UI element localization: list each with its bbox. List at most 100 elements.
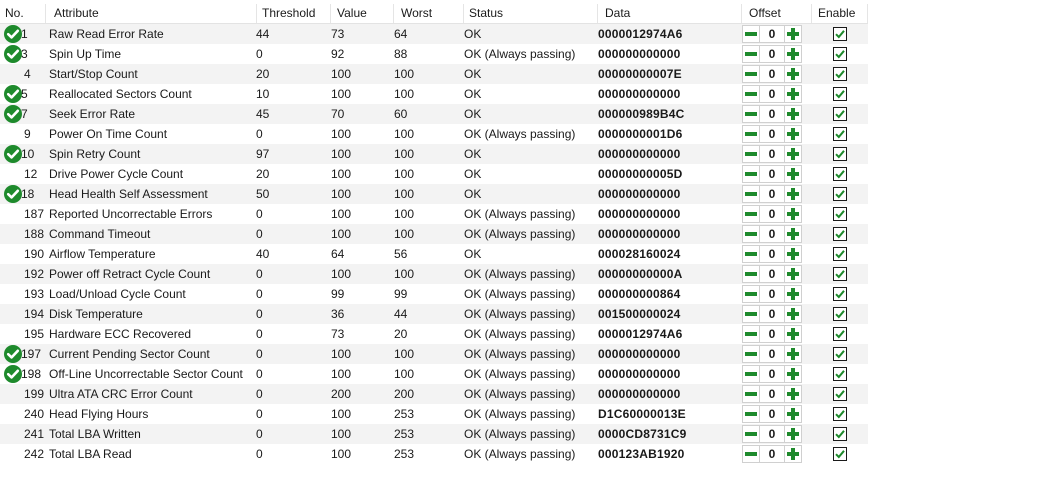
offset-stepper[interactable]: 0: [742, 165, 802, 183]
column-divider[interactable]: [463, 4, 464, 23]
decrement-button[interactable]: [742, 425, 760, 443]
table-row[interactable]: 3 Spin Up Time 0 92 88 OK (Always passing) 000…: [0, 44, 868, 64]
decrement-button[interactable]: [742, 385, 760, 403]
offset-value[interactable]: 0: [760, 185, 784, 203]
increment-button[interactable]: [784, 45, 802, 63]
offset-stepper[interactable]: 0: [742, 365, 802, 383]
table-row[interactable]: 194 Disk Temperature 0 36 44 OK (Always passi…: [0, 304, 868, 324]
enable-checkbox[interactable]: [833, 127, 847, 141]
decrement-button[interactable]: [742, 405, 760, 423]
table-row[interactable]: 242 Total LBA Read 0 100 253 OK (Always passi…: [0, 444, 868, 464]
offset-value[interactable]: 0: [760, 65, 784, 83]
enable-checkbox[interactable]: [833, 147, 847, 161]
offset-value[interactable]: 0: [760, 205, 784, 223]
enable-checkbox[interactable]: [833, 67, 847, 81]
table-row[interactable]: 10 Spin Retry Count 97 100 100 OK 000000000000…: [0, 144, 868, 164]
offset-stepper[interactable]: 0: [742, 385, 802, 403]
enable-checkbox[interactable]: [833, 447, 847, 461]
offset-value[interactable]: 0: [760, 85, 784, 103]
enable-checkbox[interactable]: [833, 267, 847, 281]
increment-button[interactable]: [784, 385, 802, 403]
enable-checkbox[interactable]: [833, 407, 847, 421]
offset-stepper[interactable]: 0: [742, 345, 802, 363]
offset-value[interactable]: 0: [760, 345, 784, 363]
decrement-button[interactable]: [742, 325, 760, 343]
decrement-button[interactable]: [742, 85, 760, 103]
column-divider[interactable]: [256, 4, 257, 23]
table-row[interactable]: 198 Off-Line Uncorrectable Sector Count 0 1…: [0, 364, 868, 384]
increment-button[interactable]: [784, 165, 802, 183]
offset-stepper[interactable]: 0: [742, 25, 802, 43]
increment-button[interactable]: [784, 425, 802, 443]
column-divider[interactable]: [330, 4, 331, 23]
decrement-button[interactable]: [742, 365, 760, 383]
offset-stepper[interactable]: 0: [742, 185, 802, 203]
offset-stepper[interactable]: 0: [742, 65, 802, 83]
offset-value[interactable]: 0: [760, 285, 784, 303]
enable-checkbox[interactable]: [833, 87, 847, 101]
table-row[interactable]: 199 Ultra ATA CRC Error Count 0 200 200 OK (A…: [0, 384, 868, 404]
decrement-button[interactable]: [742, 345, 760, 363]
increment-button[interactable]: [784, 405, 802, 423]
table-row[interactable]: 193 Load/Unload Cycle Count 0 99 99 OK (Alway…: [0, 284, 868, 304]
increment-button[interactable]: [784, 265, 802, 283]
offset-value[interactable]: 0: [760, 265, 784, 283]
decrement-button[interactable]: [742, 185, 760, 203]
table-row[interactable]: 187 Reported Uncorrectable Errors 0 100 100 O…: [0, 204, 868, 224]
offset-stepper[interactable]: 0: [742, 445, 802, 463]
enable-checkbox[interactable]: [833, 327, 847, 341]
table-row[interactable]: 1 Raw Read Error Rate 44 73 64 OK 0000012974A6…: [0, 24, 868, 44]
increment-button[interactable]: [784, 185, 802, 203]
increment-button[interactable]: [784, 65, 802, 83]
increment-button[interactable]: [784, 325, 802, 343]
increment-button[interactable]: [784, 305, 802, 323]
offset-stepper[interactable]: 0: [742, 305, 802, 323]
decrement-button[interactable]: [742, 245, 760, 263]
enable-checkbox[interactable]: [833, 427, 847, 441]
offset-stepper[interactable]: 0: [742, 125, 802, 143]
offset-stepper[interactable]: 0: [742, 145, 802, 163]
offset-value[interactable]: 0: [760, 25, 784, 43]
offset-stepper[interactable]: 0: [742, 225, 802, 243]
column-header-status[interactable]: Status: [469, 4, 599, 23]
column-divider[interactable]: [867, 4, 868, 23]
offset-value[interactable]: 0: [760, 105, 784, 123]
increment-button[interactable]: [784, 245, 802, 263]
offset-stepper[interactable]: 0: [742, 425, 802, 443]
column-divider[interactable]: [45, 4, 46, 23]
decrement-button[interactable]: [742, 225, 760, 243]
table-row[interactable]: 241 Total LBA Written 0 100 253 OK (Always pa…: [0, 424, 868, 444]
decrement-button[interactable]: [742, 285, 760, 303]
increment-button[interactable]: [784, 285, 802, 303]
increment-button[interactable]: [784, 105, 802, 123]
decrement-button[interactable]: [742, 445, 760, 463]
offset-stepper[interactable]: 0: [742, 285, 802, 303]
offset-value[interactable]: 0: [760, 45, 784, 63]
table-row[interactable]: 195 Hardware ECC Recovered 0 73 20 OK (Always…: [0, 324, 868, 344]
column-header-threshold[interactable]: Threshold: [262, 4, 332, 23]
offset-value[interactable]: 0: [760, 305, 784, 323]
enable-checkbox[interactable]: [833, 27, 847, 41]
column-header-attribute[interactable]: Attribute: [54, 4, 260, 23]
table-row[interactable]: 4 Start/Stop Count 20 100 100 OK 00000000007E 0: [0, 64, 868, 84]
column-header-worst[interactable]: Worst: [401, 4, 463, 23]
table-row[interactable]: 18 Head Health Self Assessment 50 100 100 OK 0…: [0, 184, 868, 204]
offset-value[interactable]: 0: [760, 225, 784, 243]
enable-checkbox[interactable]: [833, 347, 847, 361]
offset-value[interactable]: 0: [760, 145, 784, 163]
offset-value[interactable]: 0: [760, 385, 784, 403]
enable-checkbox[interactable]: [833, 307, 847, 321]
column-header-offset[interactable]: Offset: [749, 4, 811, 23]
enable-checkbox[interactable]: [833, 387, 847, 401]
table-row[interactable]: 9 Power On Time Count 0 100 100 OK (Always pa…: [0, 124, 868, 144]
column-header-data[interactable]: Data: [605, 4, 745, 23]
offset-stepper[interactable]: 0: [742, 245, 802, 263]
offset-stepper[interactable]: 0: [742, 85, 802, 103]
increment-button[interactable]: [784, 25, 802, 43]
increment-button[interactable]: [784, 365, 802, 383]
table-row[interactable]: 188 Command Timeout 0 100 100 OK (Always pass…: [0, 224, 868, 244]
offset-value[interactable]: 0: [760, 245, 784, 263]
column-header-no[interactable]: No.: [5, 4, 43, 23]
decrement-button[interactable]: [742, 145, 760, 163]
table-row[interactable]: 190 Airflow Temperature 40 64 56 OK 0000281600…: [0, 244, 868, 264]
